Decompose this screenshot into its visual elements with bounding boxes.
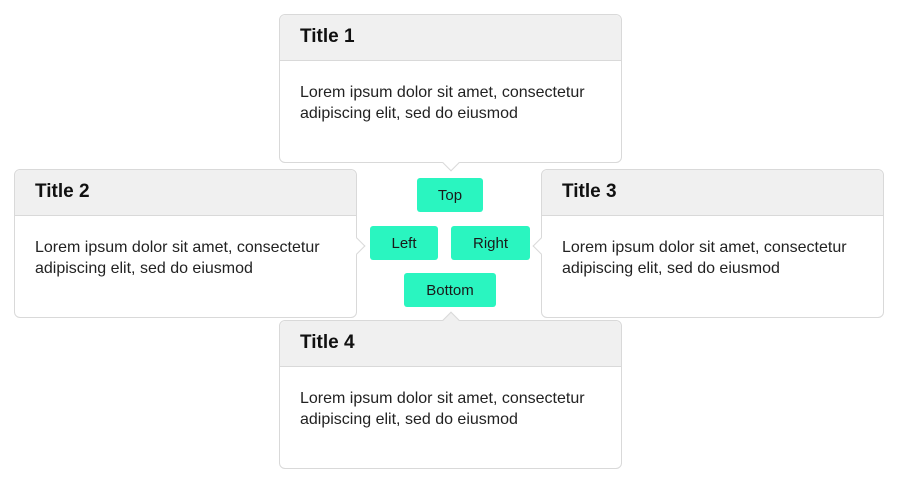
popover-top: Title 1 Lorem ipsum dolor sit amet, cons… bbox=[279, 14, 622, 172]
left-button[interactable]: Left bbox=[370, 226, 438, 260]
popover-right: Title 3 Lorem ipsum dolor sit amet, cons… bbox=[532, 169, 884, 318]
popover-title: Title 3 bbox=[542, 170, 883, 216]
right-button[interactable]: Right bbox=[451, 226, 530, 260]
popover-arrow bbox=[442, 154, 460, 172]
popover-body: Lorem ipsum dolor sit amet, consectetur … bbox=[35, 239, 320, 277]
popover-body: Lorem ipsum dolor sit amet, consectetur … bbox=[300, 84, 585, 122]
popover-title: Title 2 bbox=[15, 170, 356, 216]
popover-title: Title 1 bbox=[280, 15, 621, 61]
top-button[interactable]: Top bbox=[417, 178, 483, 212]
popover-left: Title 2 Lorem ipsum dolor sit amet, cons… bbox=[14, 169, 366, 318]
popover-bottom: Title 4 Lorem ipsum dolor sit amet, cons… bbox=[279, 311, 622, 469]
bottom-button[interactable]: Bottom bbox=[404, 273, 496, 307]
popover-body: Lorem ipsum dolor sit amet, consectetur … bbox=[562, 239, 847, 277]
popover-body: Lorem ipsum dolor sit amet, consectetur … bbox=[300, 390, 585, 428]
